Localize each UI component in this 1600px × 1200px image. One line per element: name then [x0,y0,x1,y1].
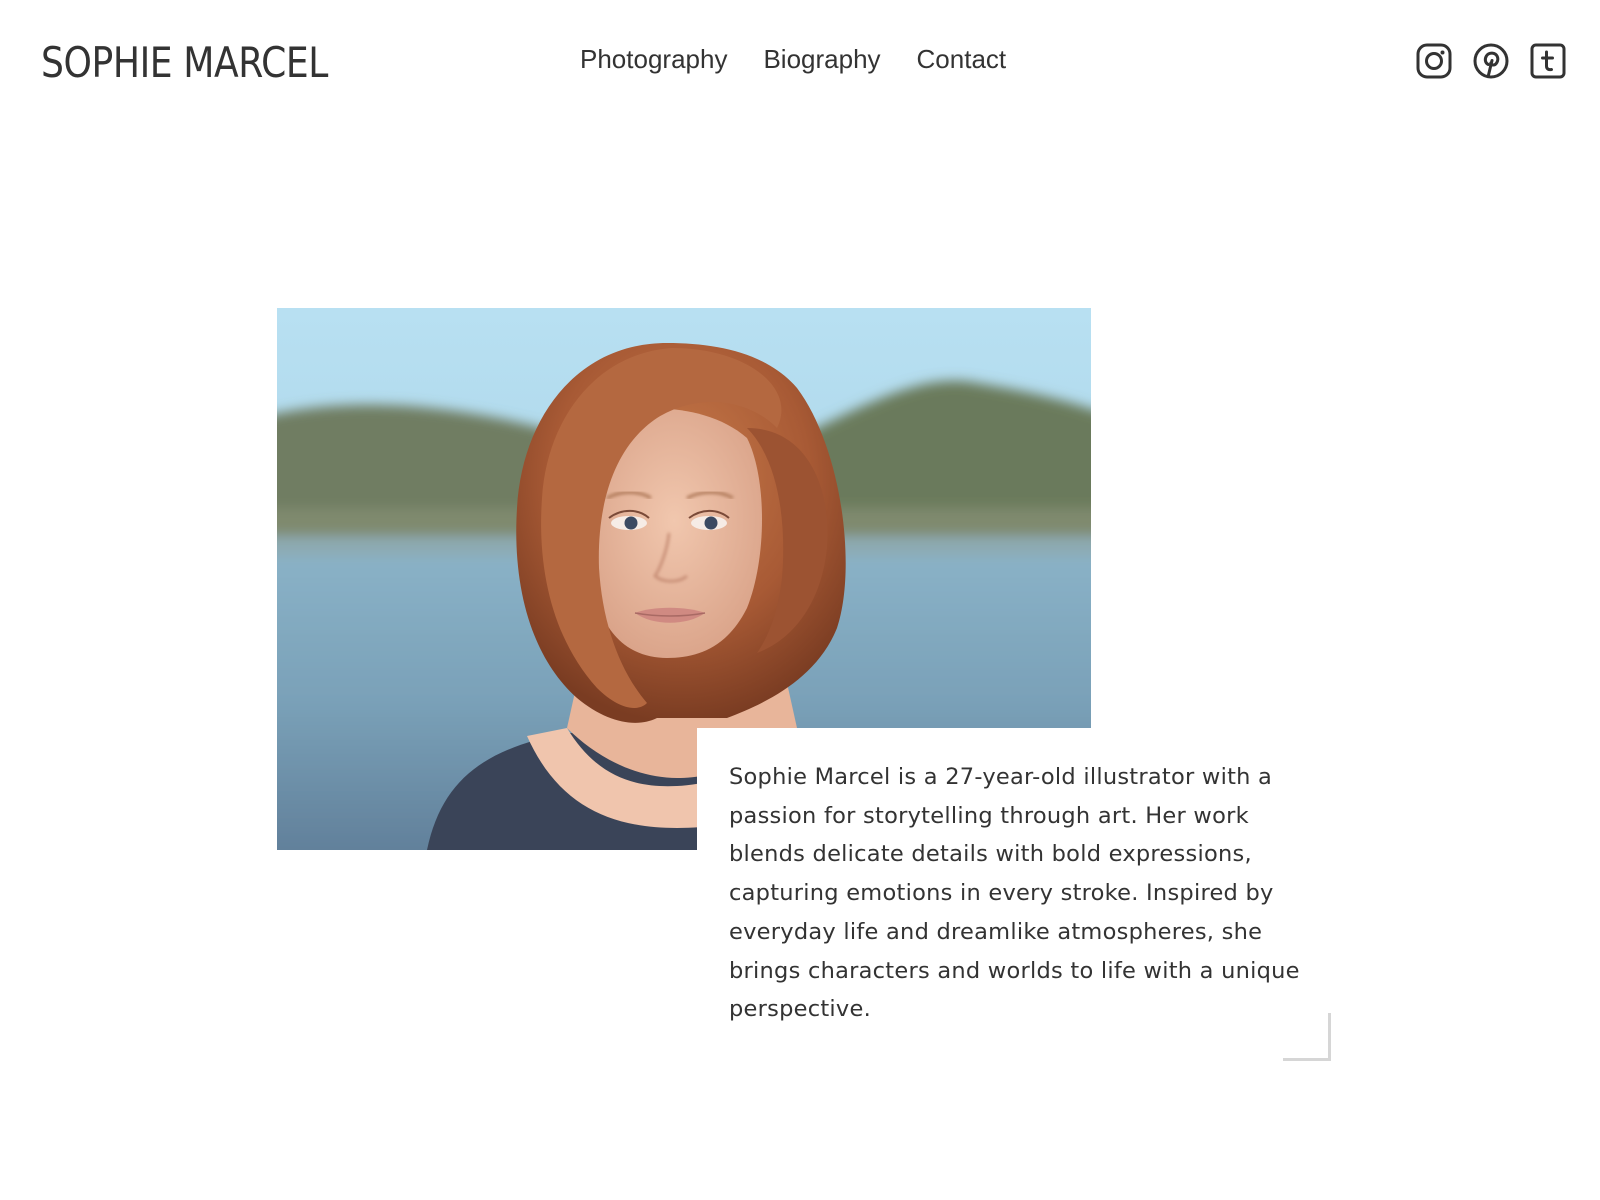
tumblr-link[interactable] [1530,43,1566,79]
nav-link-contact[interactable]: Contact [917,42,1007,76]
bio-text: Sophie Marcel is a 27-year-old illustrat… [729,764,1300,1023]
pinterest-icon [1473,43,1509,79]
bio-card: Sophie Marcel is a 27-year-old illustrat… [697,728,1333,1064]
main-nav: Photography Biography Contact [580,42,1006,76]
tumblr-icon [1530,43,1566,79]
instagram-link[interactable] [1416,43,1452,79]
site-logo[interactable]: SOPHIE MARCEL [41,38,328,88]
corner-accent [1283,1013,1331,1061]
social-icons [1416,43,1566,79]
nav-link-photography[interactable]: Photography [580,42,727,76]
nav-link-biography[interactable]: Biography [763,42,880,76]
instagram-icon [1416,43,1452,79]
pinterest-link[interactable] [1473,43,1509,79]
